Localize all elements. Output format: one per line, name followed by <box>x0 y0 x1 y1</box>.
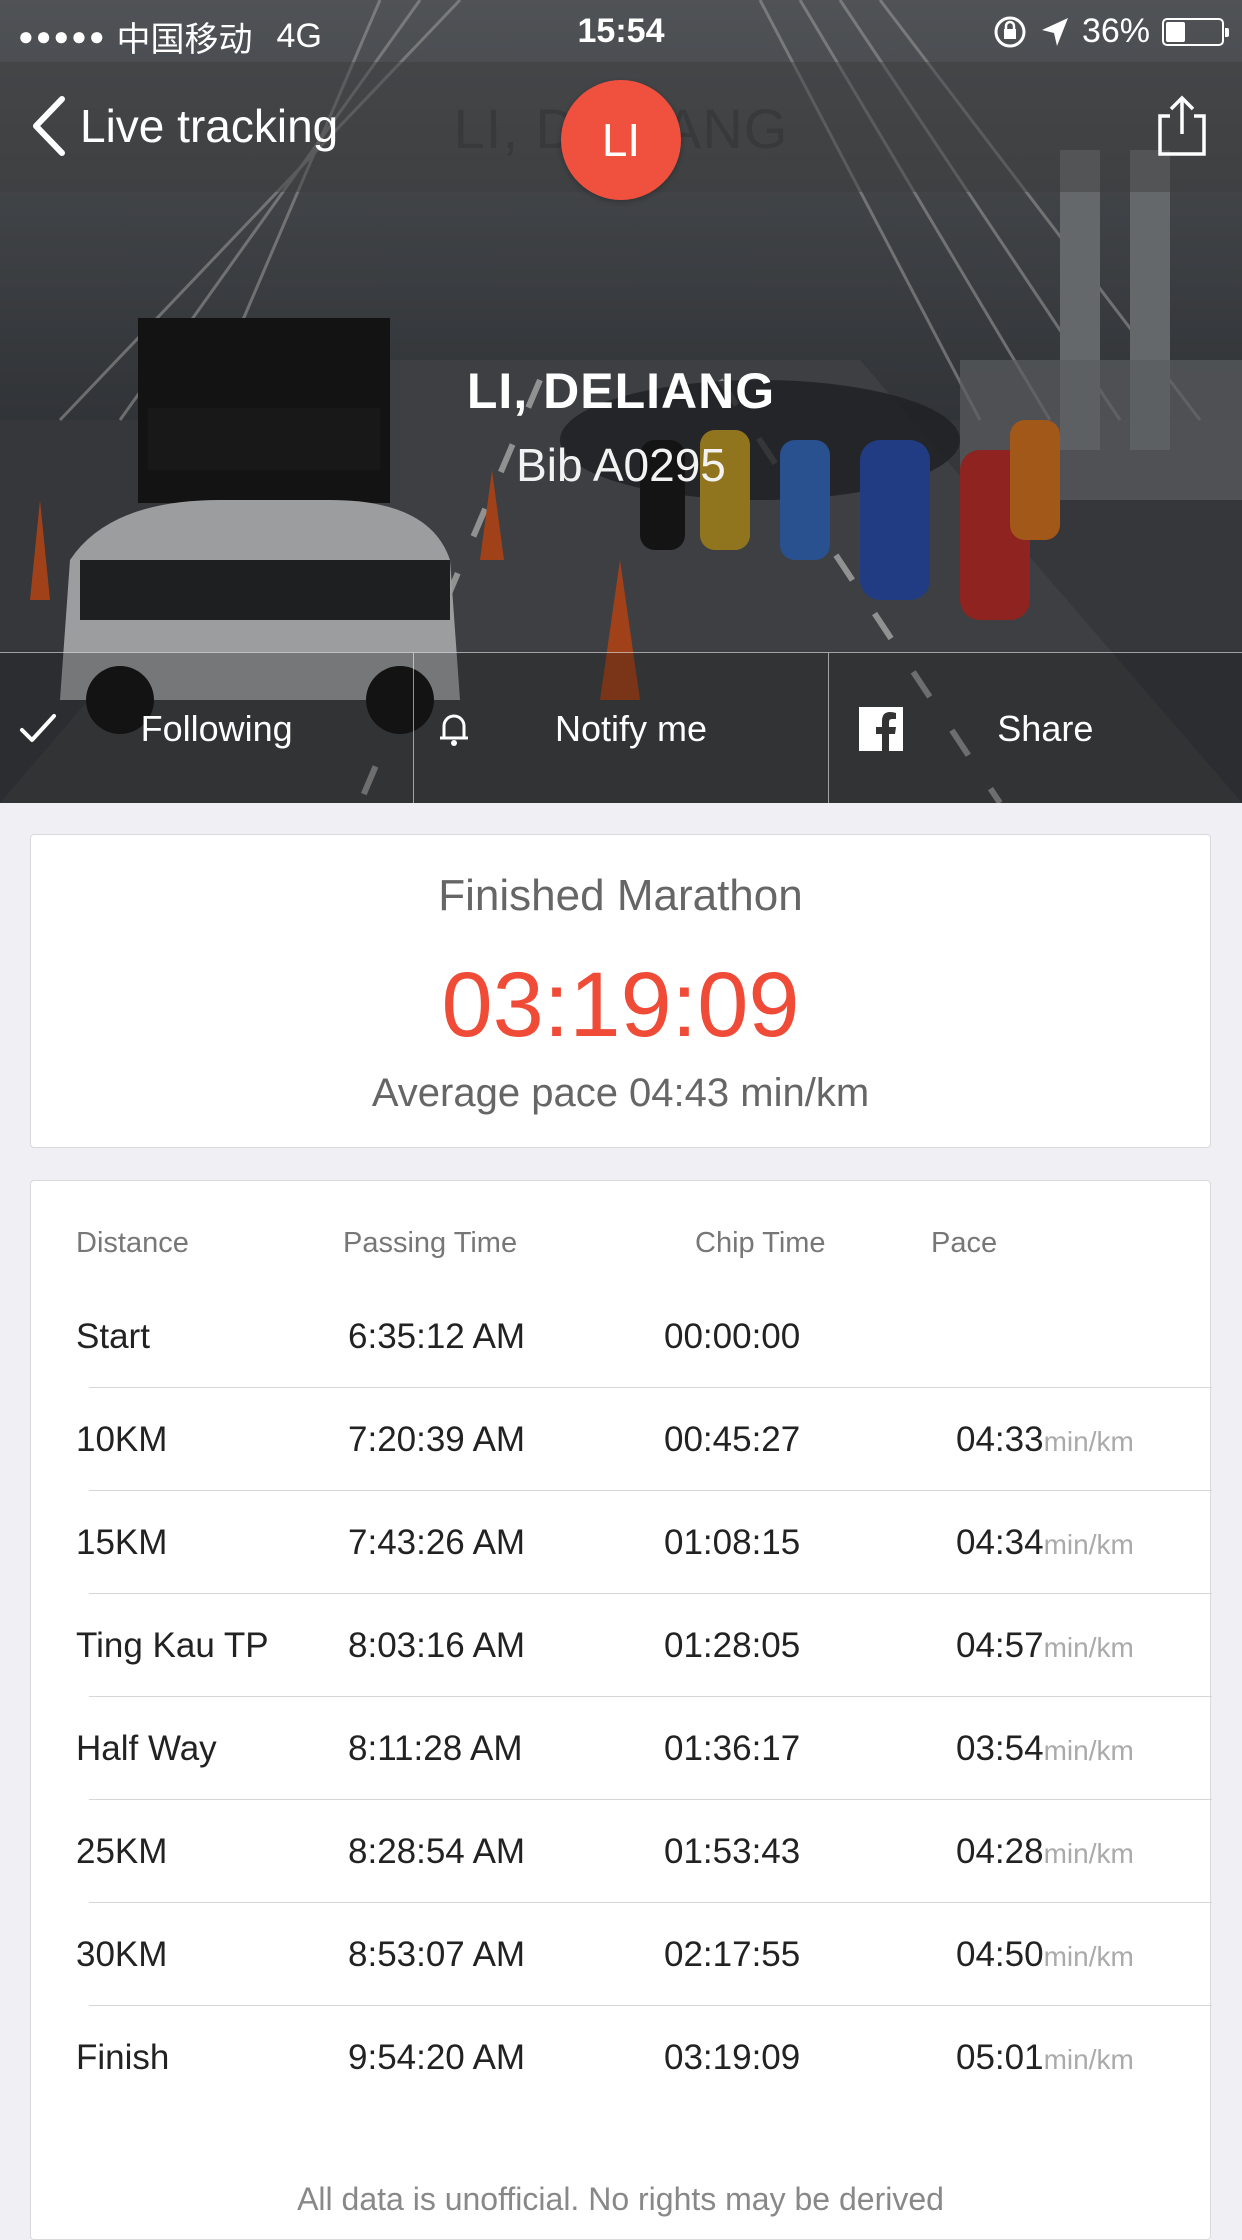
pace-cell: 04:50min/km <box>956 1935 1134 1975</box>
passing-time-cell: 7:20:39 AM <box>348 1420 526 1459</box>
header-distance: Distance <box>76 1227 189 1259</box>
status-right: 36% <box>992 12 1229 51</box>
pace-value: 04:34 <box>956 1523 1044 1562</box>
table-row: Finish 9:54:20 AM 03:19:09 05:01min/km <box>31 2006 1212 2109</box>
back-button[interactable]: Live tracking <box>30 86 338 166</box>
table-row: 30KM 8:53:07 AM 02:17:55 04:50min/km <box>31 1903 1212 2006</box>
chip-time-cell: 03:19:09 <box>664 2038 801 2077</box>
pace-unit: min/km <box>1043 1941 1134 1972</box>
pace-unit: min/km <box>1043 1838 1134 1869</box>
chip-time-cell: 02:17:55 <box>664 1935 801 1974</box>
action-bar: Following Notify me Share <box>0 652 1242 803</box>
table-row: Half Way 8:11:28 AM 01:36:17 03:54min/km <box>31 1697 1212 1800</box>
back-label: Live tracking <box>80 100 339 152</box>
table-row: 25KM 8:28:54 AM 01:53:43 04:28min/km <box>31 1800 1212 1903</box>
splits-table: Distance Passing Time Chip Time Pace Sta… <box>30 1180 1212 2240</box>
location-arrow-icon <box>1041 17 1068 46</box>
passing-time-cell: 8:03:16 AM <box>348 1626 526 1665</box>
passing-time-cell: 9:54:20 AM <box>348 2038 526 2077</box>
pace-unit: min/km <box>1043 1426 1134 1457</box>
following-label: Following <box>140 707 293 749</box>
navigation-bar: LI, DELIANG Live tracking LI <box>0 62 1242 200</box>
distance-cell: Ting Kau TP <box>76 1626 269 1665</box>
distance-cell: 30KM <box>76 1935 168 1974</box>
pace-unit: min/km <box>1043 1632 1134 1663</box>
avatar: LI <box>561 80 681 200</box>
facebook-icon <box>858 706 903 751</box>
pace-value: 04:28 <box>956 1832 1044 1871</box>
notify-me-button[interactable]: Notify me <box>413 653 827 803</box>
table-row: Ting Kau TP 8:03:16 AM 01:28:05 04:57min/km <box>31 1594 1212 1697</box>
passing-time-cell: 6:35:12 AM <box>348 1317 526 1356</box>
pace-cell: 05:01min/km <box>956 2038 1134 2078</box>
pace-value: 04:33 <box>956 1420 1044 1459</box>
chip-time-cell: 00:00:00 <box>664 1317 801 1356</box>
passing-time-cell: 8:28:54 AM <box>348 1832 526 1871</box>
distance-cell: 15KM <box>76 1523 168 1562</box>
distance-cell: Finish <box>76 2038 170 2077</box>
following-button[interactable]: Following <box>0 653 413 803</box>
battery-icon <box>1162 17 1229 46</box>
passing-time-cell: 8:11:28 AM <box>348 1729 523 1768</box>
finish-summary-card: Finished Marathon 03:19:09 Average pace … <box>30 834 1211 1148</box>
header-pace: Pace <box>931 1227 998 1259</box>
pace-cell: 03:54min/km <box>956 1729 1134 1769</box>
pace-unit: min/km <box>1043 1735 1134 1766</box>
status-bar: ●●●●● 中国移动 4G 15:54 36% <box>0 0 1242 62</box>
runner-name: LI, DELIANG <box>466 363 776 419</box>
table-row: Start 6:35:12 AM 00:00:00 <box>31 1285 1212 1388</box>
header-chip-time: Chip Time <box>695 1227 826 1259</box>
bell-icon <box>440 714 469 746</box>
pace-cell: 04:33min/km <box>956 1420 1134 1460</box>
passing-time-cell: 8:53:07 AM <box>348 1935 526 1974</box>
chip-time-cell: 01:53:43 <box>664 1832 801 1871</box>
notify-label: Notify me <box>554 707 708 749</box>
table-row: 10KM 7:20:39 AM 00:45:27 04:33min/km <box>31 1388 1212 1491</box>
distance-cell: Start <box>76 1317 150 1356</box>
chip-time-cell: 01:28:05 <box>664 1626 801 1665</box>
battery-percent: 36% <box>1081 12 1150 50</box>
chip-time-cell: 01:08:15 <box>664 1523 801 1562</box>
chevron-left-icon <box>33 96 65 156</box>
average-pace: Average pace 04:43 min/km <box>371 1071 870 1115</box>
battery-level <box>1166 21 1186 42</box>
finish-time: 03:19:09 <box>441 954 800 1056</box>
passing-time-cell: 7:43:26 AM <box>348 1523 526 1562</box>
pace-unit: min/km <box>1043 1529 1134 1560</box>
pace-cell: 04:57min/km <box>956 1626 1134 1666</box>
checkmark-icon <box>20 713 56 742</box>
share-icon[interactable] <box>1152 94 1212 158</box>
chip-time-cell: 00:45:27 <box>664 1420 801 1459</box>
pace-cell: 04:28min/km <box>956 1832 1134 1872</box>
pace-value: 04:50 <box>956 1935 1044 1974</box>
table-row: 15KM 7:43:26 AM 01:08:15 04:34min/km <box>31 1491 1212 1594</box>
chip-time-cell: 01:36:17 <box>664 1729 801 1768</box>
avatar-initials: LI <box>601 114 641 166</box>
pace-value: 03:54 <box>956 1729 1044 1768</box>
share-facebook-button[interactable]: Share <box>827 653 1242 803</box>
pace-unit: min/km <box>1043 2044 1134 2075</box>
header-passing-time: Passing Time <box>343 1227 518 1259</box>
orientation-lock-icon <box>994 16 1026 47</box>
disclaimer: All data is unofficial. No rights may be… <box>297 2181 944 2217</box>
finish-status: Finished Marathon <box>438 871 803 920</box>
runner-bib: Bib A0295 <box>516 439 726 491</box>
pace-value: 04:57 <box>956 1626 1044 1665</box>
distance-cell: Half Way <box>76 1729 217 1768</box>
hero-header: ●●●●● 中国移动 4G 15:54 36% LI, DELIANG <box>0 0 1242 803</box>
pace-value: 05:01 <box>956 2038 1044 2077</box>
share-label: Share <box>997 707 1094 749</box>
distance-cell: 10KM <box>76 1420 168 1459</box>
distance-cell: 25KM <box>76 1832 168 1871</box>
pace-cell: 04:34min/km <box>956 1523 1134 1563</box>
